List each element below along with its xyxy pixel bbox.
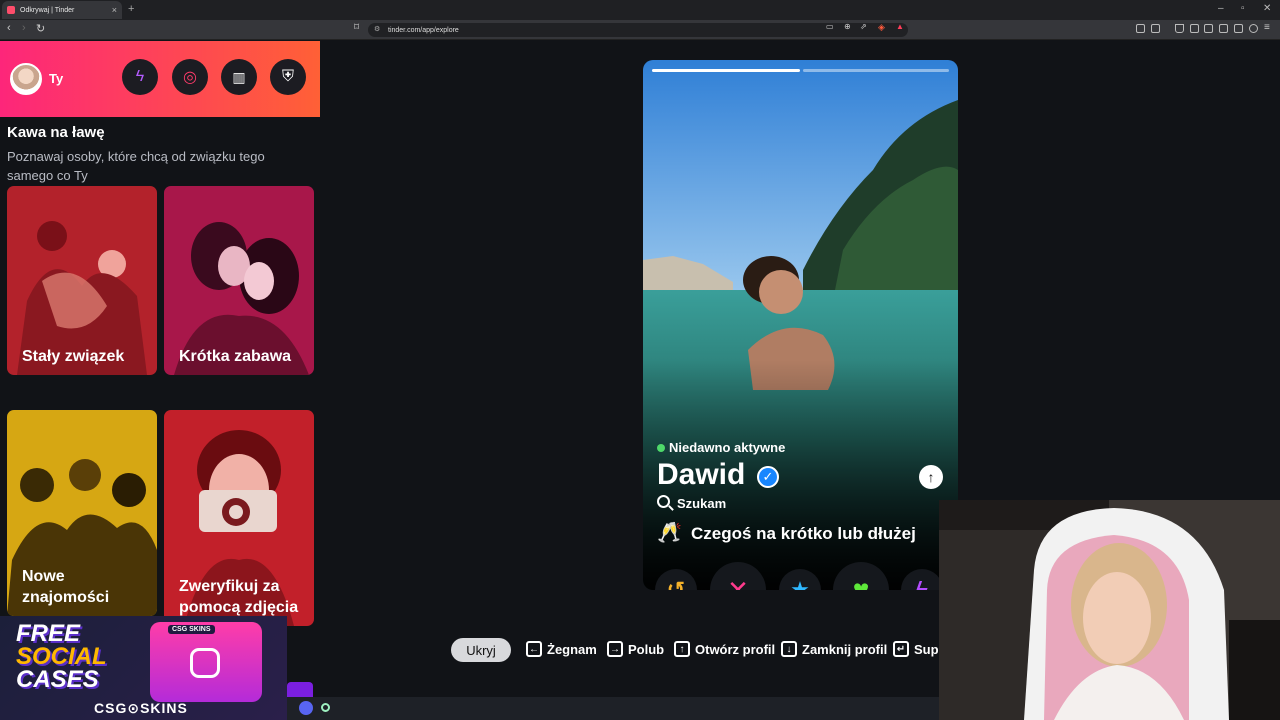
looking-for-label: Szukam bbox=[677, 496, 727, 511]
browser-tab[interactable]: Odkrywaj | Tinder × bbox=[2, 1, 122, 19]
close-tab-icon[interactable]: × bbox=[112, 5, 117, 15]
safety-icon[interactable]: ⛨ bbox=[270, 59, 306, 95]
avatar[interactable] bbox=[10, 63, 42, 95]
work-icon[interactable]: ▥ bbox=[221, 59, 257, 95]
chest-image: CSG SKINS bbox=[150, 622, 262, 702]
ad-line: FREE bbox=[16, 620, 81, 647]
champagne-icon: 🥂 bbox=[657, 522, 682, 544]
webcam-overlay bbox=[939, 500, 1280, 720]
instagram-icon bbox=[190, 648, 220, 678]
site-info-icon[interactable]: ⚙ bbox=[374, 25, 380, 33]
download-icon[interactable] bbox=[1175, 24, 1184, 33]
extension-icon[interactable] bbox=[1151, 24, 1160, 33]
back-icon[interactable]: ‹ bbox=[7, 22, 11, 34]
shortcut-label: Zamknij profil bbox=[802, 641, 888, 657]
section-subtitle: Poznawaj osoby, które chcą od związku te… bbox=[7, 149, 265, 183]
category-card-zweryfikuj[interactable]: Zweryfikuj za pomocą zdjęcia bbox=[164, 410, 314, 626]
shortcut-open-profile: ↑ Otwórz profil bbox=[674, 641, 775, 657]
shortcut-label: Otwórz profil bbox=[695, 641, 776, 657]
media-icon[interactable] bbox=[1190, 24, 1199, 33]
ad-line: CASES bbox=[16, 666, 99, 693]
user-name[interactable]: Ty bbox=[49, 71, 63, 86]
down-arrow-key-icon: ↓ bbox=[781, 641, 797, 657]
section-title: Kawa na ławę bbox=[7, 124, 105, 141]
card-label: Krótka zabawa bbox=[179, 348, 292, 365]
app-icon[interactable] bbox=[321, 703, 330, 712]
tinder-favicon bbox=[7, 6, 15, 14]
taskbar bbox=[287, 697, 939, 720]
share-icon[interactable]: ⇗ bbox=[860, 22, 867, 31]
tab-title: Odkrywaj | Tinder bbox=[20, 6, 75, 14]
brave-shield-icon[interactable]: ◈ bbox=[878, 22, 885, 33]
category-card-krotka-zabawa[interactable]: Krótka zabawa bbox=[164, 186, 314, 375]
shortcut-like: → Polub bbox=[607, 641, 664, 657]
online-dot-icon bbox=[657, 443, 665, 452]
ad-badge: CSG SKINS bbox=[168, 625, 215, 634]
sponsored-banner[interactable]: FREE SOCIAL CASES CSG SKINS CSG⊙SKINS bbox=[0, 616, 287, 720]
shortcut-close-profile: ↓ Zamknij profil bbox=[781, 641, 887, 657]
card-label: Stały związek bbox=[22, 348, 125, 365]
browser-tab-bar bbox=[0, 0, 1280, 20]
streamer-webcam-image bbox=[939, 500, 1280, 720]
ad-line: SOCIAL bbox=[16, 643, 107, 670]
zoom-icon[interactable]: ⊕ bbox=[844, 22, 851, 31]
photo-progress-active bbox=[652, 69, 800, 72]
sidebar-toggle-icon[interactable] bbox=[1204, 24, 1213, 33]
reload-icon[interactable]: ↻ bbox=[36, 22, 45, 35]
verified-badge-icon: ✓ bbox=[757, 466, 779, 488]
extension-icon[interactable] bbox=[1136, 24, 1145, 33]
shortcut-superlike: ↵ Sup bbox=[893, 641, 939, 657]
right-arrow-key-icon: → bbox=[607, 641, 623, 657]
shield-icon[interactable] bbox=[1249, 24, 1258, 33]
profile-name: Dawid bbox=[657, 458, 746, 491]
maximize-icon[interactable]: ▫ bbox=[1241, 3, 1245, 14]
vpn-icon[interactable] bbox=[1234, 24, 1243, 33]
open-profile-button[interactable]: ↑ bbox=[919, 465, 943, 489]
up-arrow-key-icon: ↑ bbox=[674, 641, 690, 657]
activity-status-text: Niedawno aktywne bbox=[669, 440, 786, 455]
shortcut-nope: ← Żegnam bbox=[526, 641, 597, 657]
window-close-icon[interactable]: ✕ bbox=[1263, 3, 1271, 14]
photo-progress-inactive bbox=[803, 69, 949, 72]
search-icon bbox=[657, 495, 670, 508]
ad-brand: CSG⊙SKINS bbox=[94, 700, 188, 716]
explore-icon[interactable]: ◎ bbox=[172, 59, 208, 95]
enter-key-icon: ↵ bbox=[893, 641, 909, 657]
shortcut-label: Polub bbox=[628, 641, 665, 657]
shortcut-label: Żegnam bbox=[547, 641, 597, 657]
bookmark-icon[interactable]: ⌑ bbox=[354, 22, 359, 33]
discord-icon[interactable] bbox=[299, 701, 313, 715]
rewards-icon[interactable]: ▲ bbox=[896, 22, 904, 31]
minimize-icon[interactable]: – bbox=[1218, 3, 1224, 14]
activity-status: Niedawno aktywne bbox=[657, 440, 785, 455]
sidebar-header: Ty ϟ ◎ ▥ ⛨ bbox=[0, 41, 320, 117]
relationship-goal: Czegoś na krótko lub dłużej bbox=[691, 524, 916, 543]
url-text: tinder.com/app/explore bbox=[388, 26, 459, 34]
new-tab-icon[interactable]: + bbox=[128, 3, 134, 15]
ad-headline: FREE SOCIAL CASES bbox=[16, 620, 107, 693]
sidebar: Ty ϟ ◎ ▥ ⛨ Kawa na ławę Poznawaj osoby, … bbox=[0, 41, 320, 720]
forward-icon[interactable]: › bbox=[22, 22, 26, 34]
screen-icon[interactable]: ▭ bbox=[826, 22, 834, 31]
category-card-nowe-znajomosci[interactable]: Nowe znajomości bbox=[7, 410, 157, 616]
wallet-icon[interactable] bbox=[1219, 24, 1228, 33]
left-arrow-key-icon: ← bbox=[526, 641, 542, 657]
shortcut-label: Sup bbox=[914, 641, 939, 657]
boost-icon[interactable]: ϟ bbox=[122, 59, 158, 95]
hide-shortcuts-button[interactable]: Ukryj bbox=[451, 638, 511, 662]
card-label: Nowe znajomości bbox=[22, 568, 110, 606]
profile-card[interactable]: Niedawno aktywne Dawid ✓ ↑ Szukam 🥂 Czeg… bbox=[643, 60, 958, 590]
card-label: Zweryfikuj za pomocą zdjęcia bbox=[179, 578, 299, 616]
menu-icon[interactable]: ≡ bbox=[1264, 22, 1270, 33]
category-card-staly-zwiazek[interactable]: Stały związek bbox=[7, 186, 157, 375]
